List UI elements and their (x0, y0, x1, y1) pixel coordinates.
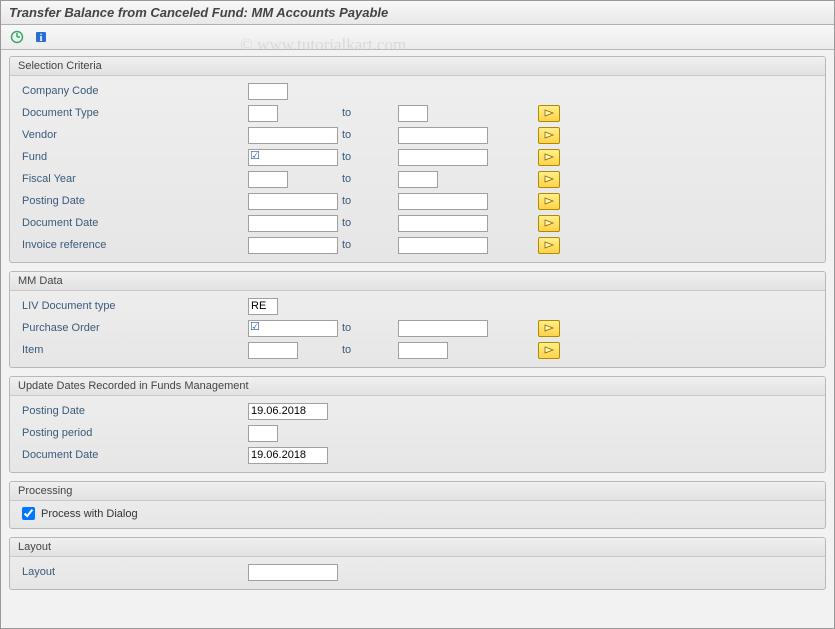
to-label: to (338, 173, 398, 185)
document-type-to-field[interactable] (398, 105, 428, 122)
process-dialog-checkbox[interactable] (22, 507, 35, 520)
content-area: Selection Criteria Company Code Document… (1, 50, 834, 596)
to-label: to (338, 239, 398, 251)
item-to-field[interactable] (398, 342, 448, 359)
fund-from-field[interactable] (248, 149, 338, 166)
purchase-order-to-field[interactable] (398, 320, 488, 337)
document-date-to-field[interactable] (398, 215, 488, 232)
group-layout: Layout Layout (9, 537, 826, 590)
invoice-ref-to-field[interactable] (398, 237, 488, 254)
label-invoice-ref: Invoice reference (18, 239, 248, 251)
invoice-ref-from-field[interactable] (248, 237, 338, 254)
to-label: to (338, 195, 398, 207)
vendor-to-field[interactable] (398, 127, 488, 144)
fund-to-field[interactable] (398, 149, 488, 166)
purchase-order-from-field[interactable] (248, 320, 338, 337)
group-title-selection: Selection Criteria (10, 57, 825, 76)
label-update-document-date: Document Date (18, 449, 248, 461)
svg-text:i: i (40, 33, 43, 44)
group-selection-criteria: Selection Criteria Company Code Document… (9, 56, 826, 263)
liv-doc-type-field[interactable] (248, 298, 278, 315)
to-label: to (338, 322, 398, 334)
page-title: Transfer Balance from Canceled Fund: MM … (9, 5, 388, 20)
posting-date-to-field[interactable] (398, 193, 488, 210)
multi-select-fund[interactable] (538, 149, 560, 166)
group-title-update: Update Dates Recorded in Funds Managemen… (10, 377, 825, 396)
group-title-processing: Processing (10, 482, 825, 501)
multi-select-fiscal-year[interactable] (538, 171, 560, 188)
label-layout: Layout (18, 566, 248, 578)
label-document-date: Document Date (18, 217, 248, 229)
execute-button[interactable] (7, 28, 27, 46)
info-button[interactable]: i (31, 28, 51, 46)
multi-select-purchase-order[interactable] (538, 320, 560, 337)
label-update-posting-date: Posting Date (18, 405, 248, 417)
vendor-from-field[interactable] (248, 127, 338, 144)
group-update-dates: Update Dates Recorded in Funds Managemen… (9, 376, 826, 473)
document-date-from-field[interactable] (248, 215, 338, 232)
to-label: to (338, 344, 398, 356)
to-label: to (338, 129, 398, 141)
label-company-code: Company Code (18, 85, 248, 97)
multi-select-vendor[interactable] (538, 127, 560, 144)
label-document-type: Document Type (18, 107, 248, 119)
document-type-from-field[interactable] (248, 105, 278, 122)
label-purchase-order: Purchase Order (18, 322, 248, 334)
fiscal-year-to-field[interactable] (398, 171, 438, 188)
posting-date-from-field[interactable] (248, 193, 338, 210)
to-label: to (338, 107, 398, 119)
label-liv-doc-type: LIV Document type (18, 300, 248, 312)
item-from-field[interactable] (248, 342, 298, 359)
update-posting-date-field[interactable] (248, 403, 328, 420)
label-fiscal-year: Fiscal Year (18, 173, 248, 185)
multi-select-document-date[interactable] (538, 215, 560, 232)
label-posting-period: Posting period (18, 427, 248, 439)
layout-field[interactable] (248, 564, 338, 581)
label-process-dialog: Process with Dialog (41, 508, 138, 520)
group-title-mm: MM Data (10, 272, 825, 291)
title-bar: Transfer Balance from Canceled Fund: MM … (1, 1, 834, 25)
posting-period-field[interactable] (248, 425, 278, 442)
label-fund: Fund (18, 151, 248, 163)
multi-select-invoice-ref[interactable] (538, 237, 560, 254)
to-label: to (338, 151, 398, 163)
multi-select-posting-date[interactable] (538, 193, 560, 210)
label-vendor: Vendor (18, 129, 248, 141)
label-item: Item (18, 344, 248, 356)
group-title-layout: Layout (10, 538, 825, 557)
company-code-field[interactable] (248, 83, 288, 100)
multi-select-document-type[interactable] (538, 105, 560, 122)
fiscal-year-from-field[interactable] (248, 171, 288, 188)
group-mm-data: MM Data LIV Document type Purchase Order… (9, 271, 826, 368)
multi-select-item[interactable] (538, 342, 560, 359)
group-processing: Processing Process with Dialog (9, 481, 826, 529)
toolbar: i (1, 25, 834, 50)
label-posting-date: Posting Date (18, 195, 248, 207)
to-label: to (338, 217, 398, 229)
update-document-date-field[interactable] (248, 447, 328, 464)
